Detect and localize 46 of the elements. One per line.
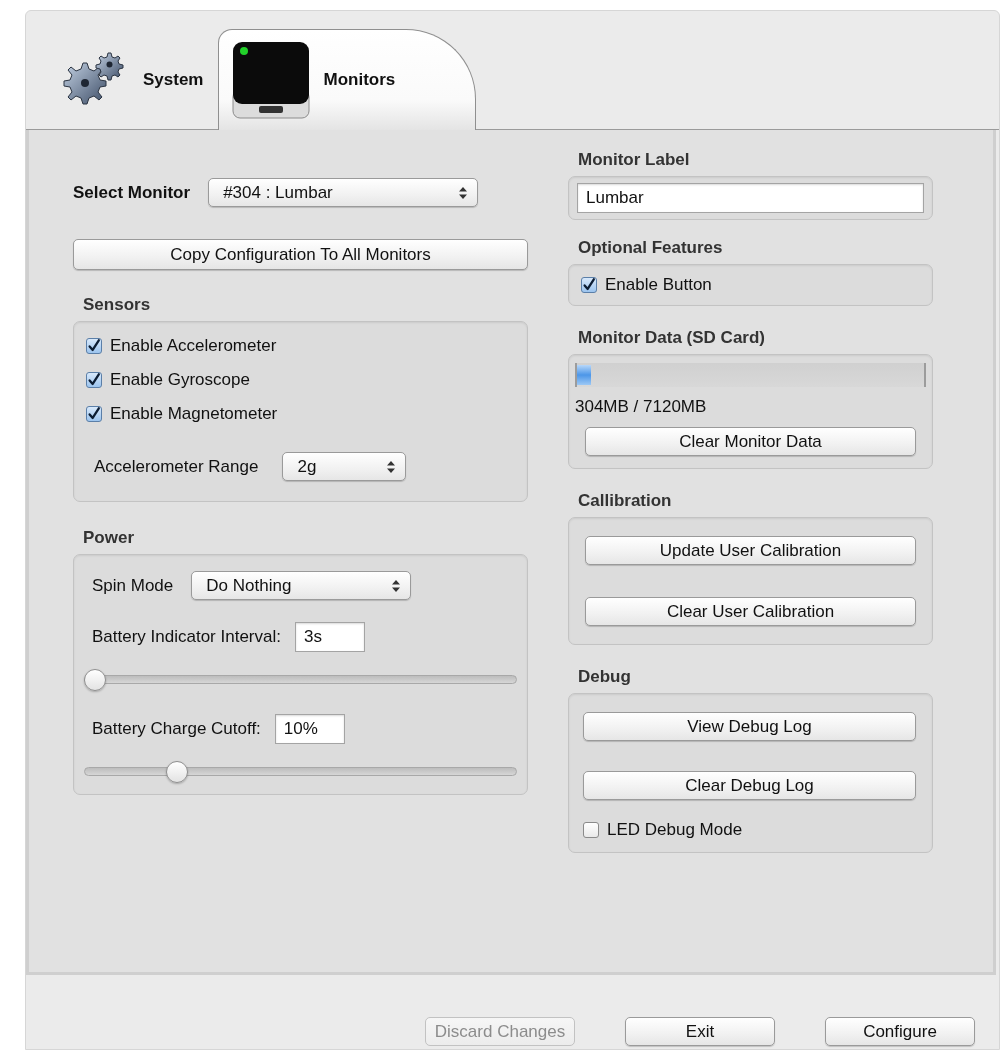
calibration-button[interactable]: Clear User Calibration [585, 597, 916, 626]
section-title: Sensors [83, 295, 151, 315]
value-field[interactable]: 10% [274, 714, 345, 744]
spin-mode-label: Spin Mode [92, 575, 174, 596]
slider-label: Battery Charge Cutoff: [92, 719, 261, 739]
up-down-arrows-icon [459, 186, 468, 199]
section-title: Power [83, 528, 135, 548]
slider-thumb[interactable] [166, 761, 189, 783]
footer-button[interactable]: Configure [825, 1017, 975, 1046]
copy-configuration-button[interactable]: Copy Configuration To All Monitors [73, 239, 528, 270]
section-title: Monitor Label [578, 150, 690, 170]
footer-button[interactable]: Exit [625, 1017, 775, 1046]
section-title: Monitor Data (SD Card) [578, 328, 765, 348]
slider-label: Battery Indicator Interval: [92, 627, 281, 647]
section-title: Optional Features [578, 238, 723, 258]
value-field[interactable]: 3s [295, 622, 365, 652]
checkbox[interactable] [581, 277, 597, 293]
monitor-select[interactable]: #304 : Lumbar [208, 178, 479, 207]
slider[interactable] [84, 668, 517, 692]
up-down-arrows-icon [387, 460, 396, 473]
spin-mode-select[interactable]: Do Nothing [191, 571, 412, 600]
tab[interactable]: System [42, 29, 211, 129]
checkbox-label: Enable Accelerometer [110, 336, 277, 356]
slider-thumb[interactable] [84, 669, 106, 691]
checkbox-label: Enable Gyroscope [110, 370, 250, 390]
slider[interactable] [84, 760, 517, 784]
checkbox-label: Enable Button [605, 275, 712, 295]
debug-log-button[interactable]: View Debug Log [583, 712, 916, 741]
checkbox-label: Enable Magnetometer [110, 404, 278, 424]
clear-monitor-data-button[interactable]: Clear Monitor Data [585, 427, 916, 456]
up-down-arrows-icon [392, 579, 401, 592]
range-select[interactable]: 2g [282, 452, 407, 481]
checkbox[interactable] [86, 372, 102, 388]
section-title: Debug [578, 667, 631, 687]
section-title: Callibration [578, 491, 672, 511]
monitor-label-field[interactable]: Lumbar [577, 183, 924, 213]
debug-log-button[interactable]: Clear Debug Log [583, 771, 916, 800]
calibration-button[interactable]: Update User Calibration [585, 536, 916, 565]
tab[interactable]: Monitors [218, 29, 477, 130]
checkbox[interactable] [86, 406, 102, 422]
checkbox[interactable] [86, 338, 102, 354]
checkbox[interactable] [583, 822, 599, 838]
checkbox-label: LED Debug Mode [607, 820, 743, 840]
range-label: Accelerometer Range [94, 456, 259, 477]
storage-reading: 304MB / 7120MB [575, 397, 708, 417]
select-monitor-label: Select Monitor [73, 182, 191, 203]
